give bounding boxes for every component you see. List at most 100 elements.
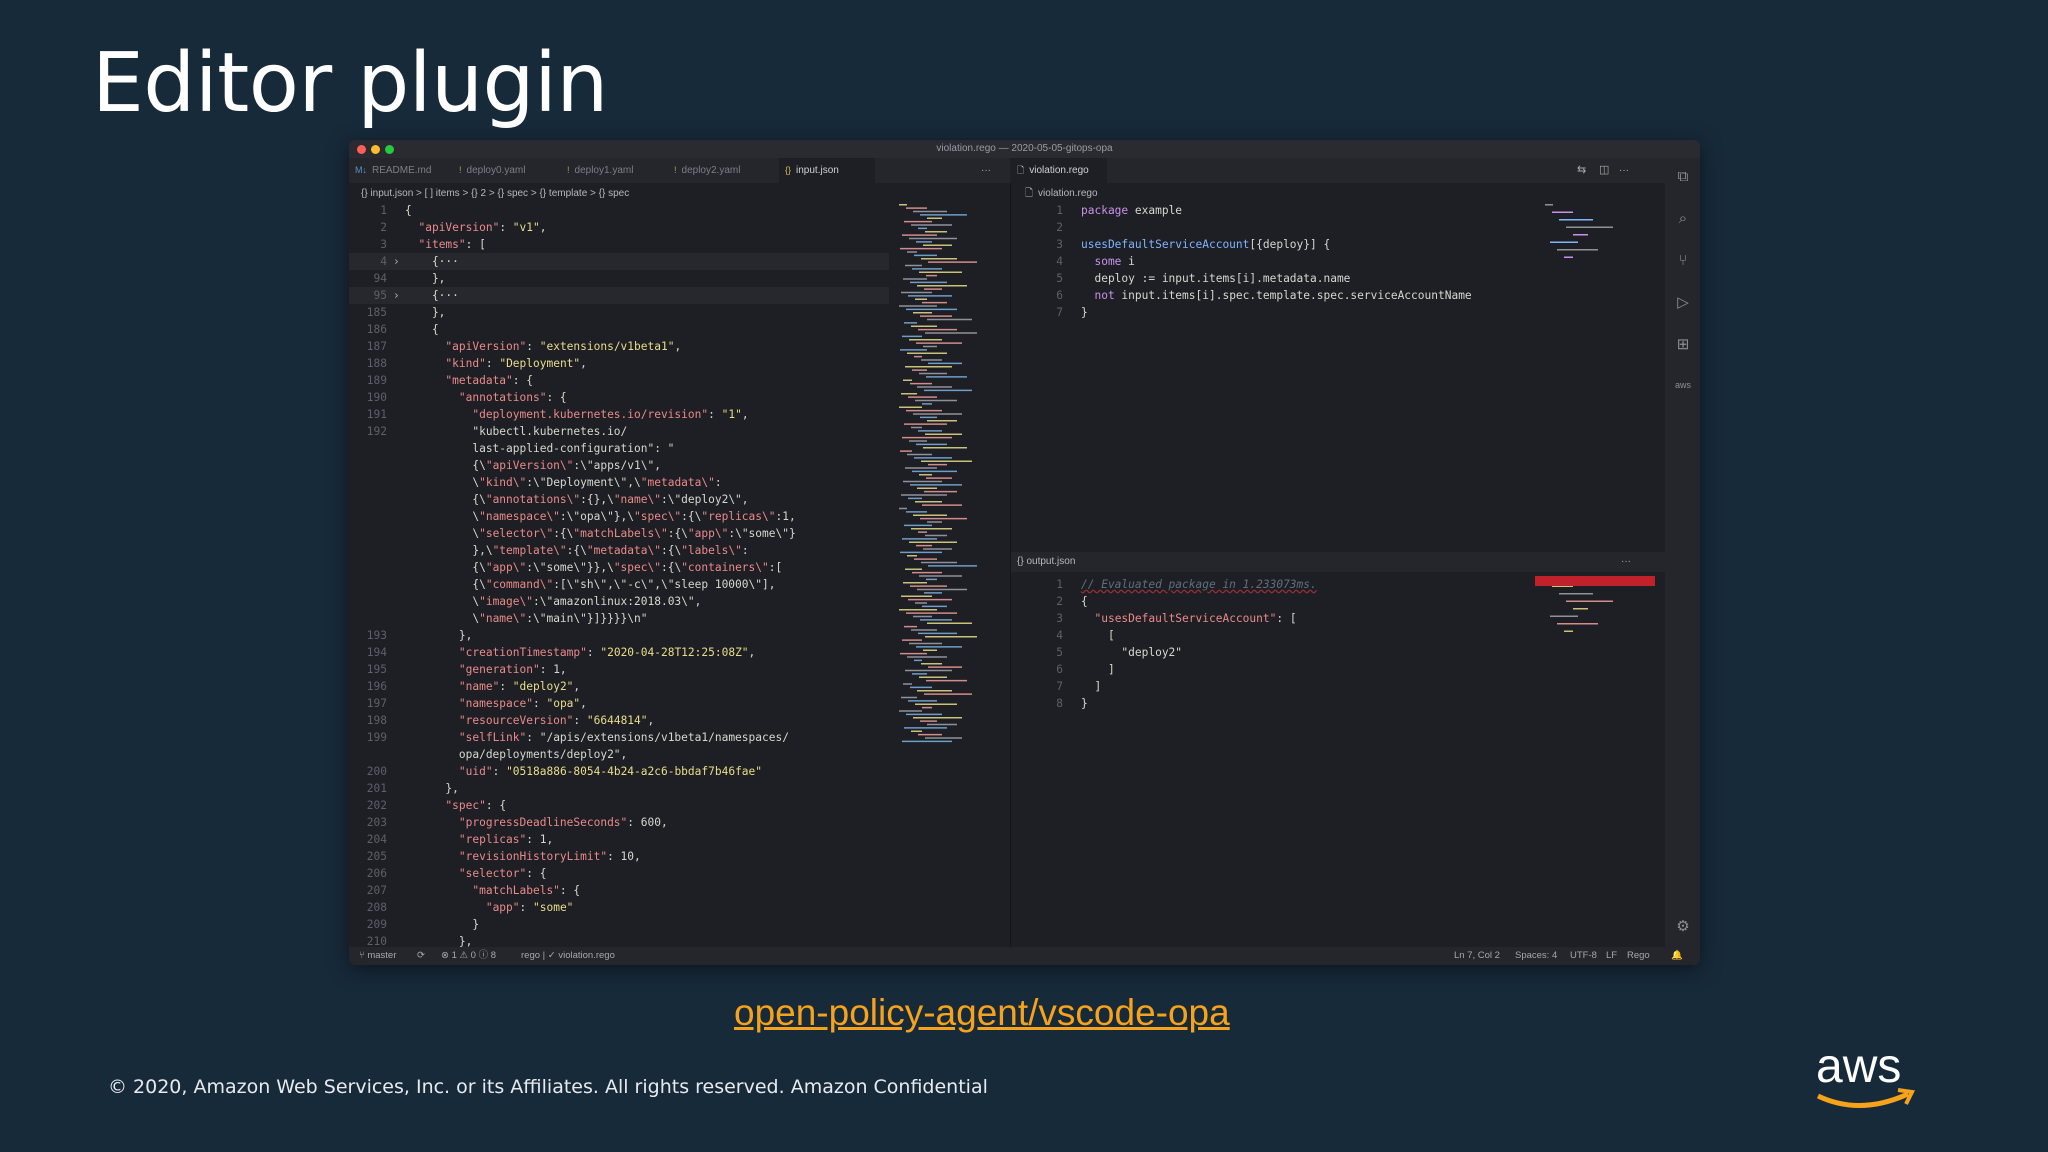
cursor-position[interactable]: Ln 7, Col 2 <box>1454 947 1500 965</box>
github-link[interactable]: open-policy-agent/vscode-opa <box>734 992 1230 1034</box>
code-line[interactable]: 194 "creationTimestamp": "2020-04-28T12:… <box>349 644 889 661</box>
sync-icon[interactable]: ⟳ <box>417 947 425 965</box>
minimap-stroke <box>917 690 952 692</box>
rego-minimap[interactable] <box>1535 202 1665 502</box>
code-line[interactable]: 7 ] <box>1025 678 1545 695</box>
code-line[interactable]: 190 "annotations": { <box>349 389 889 406</box>
code-line[interactable]: \"namespace\":\"opa\"},\"spec\":{\"repli… <box>349 508 889 525</box>
code-line[interactable]: 6 ] <box>1025 661 1545 678</box>
code-line[interactable]: 5 deploy := input.items[i].metadata.name <box>1025 270 1545 287</box>
code-line[interactable]: {\"annotations\":{},\"name\":\"deploy2\"… <box>349 491 889 508</box>
code-line[interactable]: 1 // Evaluated package in 1.233073ms. <box>1025 576 1545 593</box>
code-line[interactable]: 187 "apiVersion": "extensions/v1beta1", <box>349 338 889 355</box>
minimap-stroke <box>901 696 917 699</box>
code-line[interactable]: 209 } <box>349 916 889 933</box>
code-line[interactable]: 193 }, <box>349 627 889 644</box>
code-line[interactable]: 94 }, <box>349 270 889 287</box>
fold-chevron-icon[interactable]: › <box>393 253 400 270</box>
code-line[interactable]: 205 "revisionHistoryLimit": 10, <box>349 848 889 865</box>
output-minimap[interactable] <box>1535 576 1665 696</box>
code-line[interactable]: 1{ <box>349 202 889 219</box>
left-minimap[interactable] <box>889 202 1009 842</box>
code-line[interactable]: 198 "resourceVersion": "6644814", <box>349 712 889 729</box>
code-line[interactable]: 202 "spec": { <box>349 797 889 814</box>
search-icon[interactable]: ⌕ <box>1674 210 1692 228</box>
output-editor[interactable]: 1// Evaluated package in 1.233073ms. 2{3 … <box>1025 576 1545 712</box>
files-icon[interactable]: ⧉ <box>1674 168 1692 186</box>
code-line[interactable]: 8} <box>1025 695 1545 712</box>
split-editor-icon[interactable]: ◫ <box>1599 158 1609 183</box>
code-line[interactable]: 189 "metadata": { <box>349 372 889 389</box>
language-status[interactable]: Rego <box>1627 947 1650 965</box>
more-actions-icon[interactable]: ··· <box>1621 552 1631 572</box>
code-line[interactable]: 196 "name": "deploy2", <box>349 678 889 695</box>
rego-editor[interactable]: 1 package example 2 3 usesDefaultServiceAcco… <box>1025 202 1545 321</box>
code-line[interactable]: 6 not input.items[i].spec.template.spec.… <box>1025 287 1545 304</box>
breadcrumb[interactable]: {} input.json > [ ] items > {} 2 > {} sp… <box>361 185 629 203</box>
code-line[interactable]: \"selector\":{\"matchLabels\":{\"app\":\… <box>349 525 889 542</box>
code-line[interactable]: 191 "deployment.kubernetes.io/revision":… <box>349 406 889 423</box>
tab-deploy2[interactable]: ! deploy2.yaml <box>674 158 774 183</box>
tab-deploy0[interactable]: ! deploy0.yaml <box>459 158 559 183</box>
tab-violation-rego[interactable]: 🗋 violation.rego <box>1011 158 1107 183</box>
rego-status[interactable]: rego | ✓ violation.rego <box>521 947 615 965</box>
code-line[interactable]: 185 }, <box>349 304 889 321</box>
rego-breadcrumb[interactable]: 🗋 violation.rego <box>1025 185 1098 203</box>
code-line[interactable]: 208 "app": "some" <box>349 899 889 916</box>
code-line[interactable]: 201 }, <box>349 780 889 797</box>
code-line[interactable]: },\"template\":{\"metadata\":{\"labels\"… <box>349 542 889 559</box>
code-line[interactable]: 95 › {··· <box>349 287 889 304</box>
tab-deploy1[interactable]: ! deploy1.yaml <box>567 158 667 183</box>
compare-icon[interactable]: ⇆ <box>1577 158 1586 183</box>
code-line[interactable]: 4 [ <box>1025 627 1545 644</box>
code-line[interactable]: 199 "selfLink": "/apis/extensions/v1beta… <box>349 729 889 746</box>
code-line[interactable]: {\"app\":\"some\"}},\"spec\":{\"containe… <box>349 559 889 576</box>
code-line[interactable]: 4 › {··· <box>349 253 889 270</box>
code-line[interactable]: 3 "usesDefaultServiceAccount": [ <box>1025 610 1545 627</box>
more-actions-icon[interactable]: ··· <box>981 158 991 183</box>
tab-readme[interactable]: M↓ README.md <box>355 158 450 183</box>
eol-status[interactable]: LF <box>1606 947 1617 965</box>
code-line[interactable]: 2 <box>1025 219 1545 236</box>
run-debug-icon[interactable]: ▷ <box>1674 294 1692 312</box>
code-line[interactable]: 3 usesDefaultServiceAccount[{deploy}] { <box>1025 236 1545 253</box>
code-line[interactable]: 1 package example <box>1025 202 1545 219</box>
more-actions-icon[interactable]: ··· <box>1619 158 1629 183</box>
code-line[interactable]: 197 "namespace": "opa", <box>349 695 889 712</box>
code-line[interactable]: last-applied-configuration": " <box>349 440 889 457</box>
indentation-status[interactable]: Spaces: 4 <box>1515 947 1557 965</box>
code-line[interactable]: 3 "items": [ <box>349 236 889 253</box>
code-line[interactable]: {\"apiVersion\":\"apps/v1\", <box>349 457 889 474</box>
settings-gear-icon[interactable]: ⚙ <box>1674 918 1692 936</box>
code-line[interactable]: 195 "generation": 1, <box>349 661 889 678</box>
code-line[interactable]: 2 "apiVersion": "v1", <box>349 219 889 236</box>
code-line[interactable]: 192 "kubectl.kubernetes.io/ <box>349 423 889 440</box>
output-panel-title[interactable]: {} output.json <box>1017 552 1075 572</box>
notifications-icon[interactable]: 🔔 <box>1671 947 1683 965</box>
code-line[interactable]: 206 "selector": { <box>349 865 889 882</box>
problems-status[interactable]: ⊗ 1 ⚠ 0 ⓘ 8 <box>441 947 496 965</box>
code-line[interactable]: \"kind\":\"Deployment\",\"metadata\": <box>349 474 889 491</box>
code-line[interactable]: \"name\":\"main\"}]}}}}\n" <box>349 610 889 627</box>
code-line[interactable]: 7} <box>1025 304 1545 321</box>
json-editor[interactable]: 1{2 "apiVersion": "v1", 3 "items": [4 › {·… <box>349 202 889 950</box>
code-line[interactable]: 186 { <box>349 321 889 338</box>
code-line[interactable]: opa/deployments/deploy2", <box>349 746 889 763</box>
code-line[interactable]: 207 "matchLabels": { <box>349 882 889 899</box>
aws-icon[interactable]: aws <box>1674 376 1692 394</box>
source-control-icon[interactable]: ⑂ <box>1674 252 1692 270</box>
code-line[interactable]: 204 "replicas": 1, <box>349 831 889 848</box>
extensions-icon[interactable]: ⊞ <box>1674 336 1692 354</box>
code-line[interactable]: 4 some i <box>1025 253 1545 270</box>
code-line[interactable]: 203 "progressDeadlineSeconds": 600, <box>349 814 889 831</box>
code-line[interactable]: 5 "deploy2" <box>1025 644 1545 661</box>
branch-status[interactable]: ⑂ master <box>359 947 396 965</box>
code-line[interactable]: 2{ <box>1025 593 1545 610</box>
fold-chevron-icon[interactable]: › <box>393 287 400 304</box>
code-line[interactable]: 188 "kind": "Deployment", <box>349 355 889 372</box>
code-line[interactable]: \"image\":\"amazonlinux:2018.03\", <box>349 593 889 610</box>
tab-input-json[interactable]: {} input.json <box>779 158 875 183</box>
code-line[interactable]: 200 "uid": "0518a886-8054-4b24-a2c6-bbda… <box>349 763 889 780</box>
code-line[interactable]: {\"command\":[\"sh\",\"-c\",\"sleep 1000… <box>349 576 889 593</box>
encoding-status[interactable]: UTF-8 <box>1570 947 1597 965</box>
